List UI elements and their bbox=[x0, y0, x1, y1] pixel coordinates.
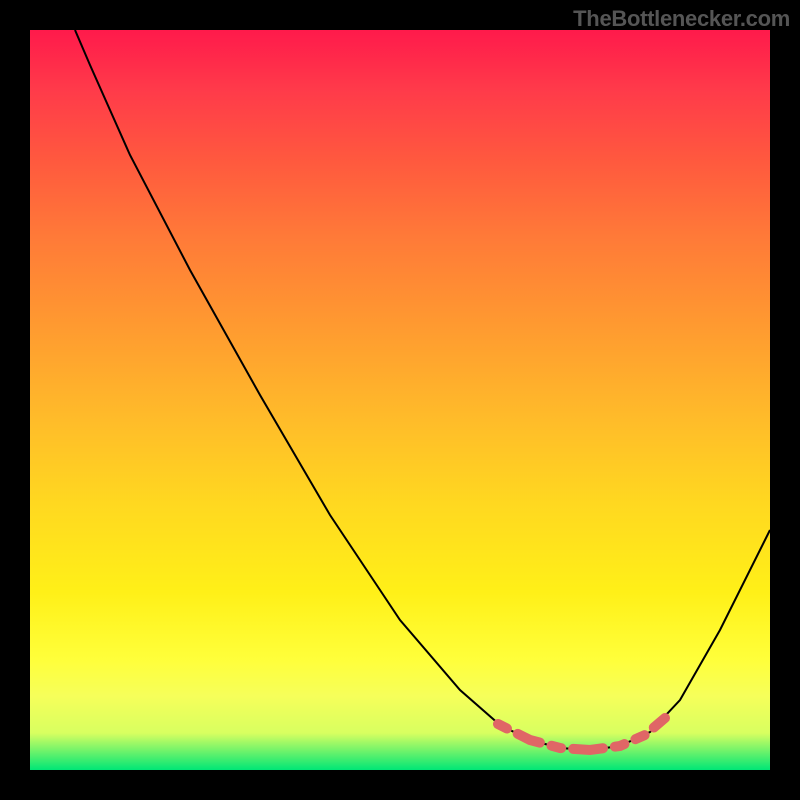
plot-area bbox=[30, 30, 770, 770]
watermark-text: TheBottlenecker.com bbox=[573, 6, 790, 32]
curve-svg bbox=[30, 30, 770, 770]
valley-highlight bbox=[498, 718, 665, 750]
bottleneck-curve bbox=[75, 30, 770, 750]
chart-frame: TheBottlenecker.com bbox=[0, 0, 800, 800]
